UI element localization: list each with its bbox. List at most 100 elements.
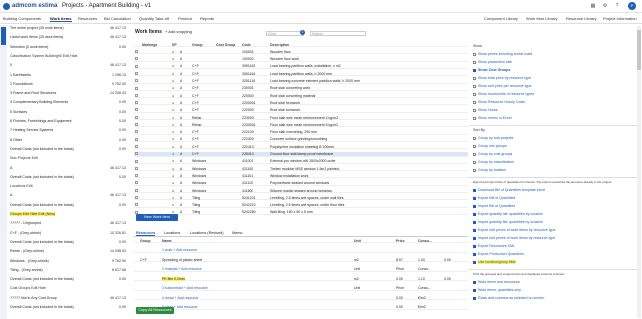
cell-name[interactable]: 2 material + Add resource (162, 267, 202, 271)
option-checkbox[interactable] (473, 160, 476, 164)
table-row[interactable]: ● A C+F 222400 Concrete surface grinding/smo… (134, 137, 468, 142)
export-option[interactable]: Import quantity list: quantities by loca… (473, 220, 543, 224)
resource-row[interactable]: C+F Spreading of plastic sheet m2 8.57 1.00 0… (134, 257, 468, 262)
table-row[interactable]: ● A Windows 411101 Window installation work (134, 173, 468, 179)
option-checkbox[interactable] (473, 52, 476, 56)
tab-reports[interactable]: Reports (200, 16, 214, 21)
filter-row[interactable]: 0 46 417.13 (10, 63, 130, 68)
sort-option[interactable]: Group by location (473, 168, 506, 172)
export-option[interactable]: Export Production Quantities (473, 252, 524, 256)
cell-name[interactable]: 1 work + Add resource (162, 248, 197, 252)
option-checkbox[interactable] (473, 68, 476, 72)
export-option[interactable]: Export Bill of Quantities (473, 196, 515, 200)
print-option[interactable]: Work items, quantities only (473, 288, 521, 292)
option-checkbox[interactable] (473, 108, 476, 112)
filter-row[interactable]: A 46 417.13 (10, 193, 130, 198)
column-header[interactable]: Description (270, 43, 289, 47)
row-checkbox[interactable] (135, 166, 138, 170)
show-option[interactable]: Show prices including social costs (473, 52, 532, 56)
row-checkbox[interactable] (135, 144, 138, 148)
export-option[interactable]: Export quantity list: quantities by loca… (473, 212, 543, 216)
filter-row[interactable]: C+F - (Grey-shrink) 10 326.81 (10, 231, 130, 236)
row-checkbox[interactable] (135, 152, 138, 156)
show-option[interactable]: Show unit price per resource type (473, 84, 532, 88)
filter-row[interactable]: Overall Costs (not included in the total… (10, 203, 130, 208)
table-row[interactable]: ● A C+F 230001 Roof slab concreting work (134, 86, 468, 91)
row-checkbox[interactable] (135, 71, 138, 75)
row-checkbox[interactable] (135, 79, 138, 83)
export-option[interactable]: Download Bill of Quantities template exc… (473, 188, 545, 192)
table-row[interactable]: ● A C+F 222410 Polystyrene insulation sheeti… (134, 144, 468, 150)
show-option[interactable]: Show Cost Groups (473, 68, 510, 72)
filter-row[interactable]: Overall Costs (not included in the total… (10, 305, 130, 310)
option-checkbox[interactable] (473, 76, 476, 80)
column-header[interactable]: Unit (354, 239, 361, 243)
export-option[interactable]: Import Bill of Quantities (473, 204, 515, 208)
filter-row[interactable]: 8 Other 0.00 (10, 138, 130, 143)
export-option[interactable]: Export Resources XML (473, 244, 515, 248)
show-option[interactable]: Show total price by resource type (473, 76, 531, 80)
filter-row[interactable]: 2 Foundations 9 762.50 (10, 82, 130, 87)
row-checkbox[interactable] (135, 57, 138, 61)
tab-work-item-library[interactable]: Work Item Library (526, 16, 558, 21)
row-checkbox[interactable] (135, 115, 138, 119)
column-header[interactable]: Name (162, 239, 172, 243)
row-checkbox[interactable] (135, 174, 138, 178)
tab-quantity-takeoff[interactable]: Quantity Take-off (139, 16, 169, 21)
new-work-item-button[interactable]: New Work Item (136, 214, 178, 221)
row-checkbox[interactable] (135, 93, 138, 97)
column-header[interactable]: Cost Group (216, 43, 235, 47)
cell-name[interactable]: 4 rental + Add resource (162, 296, 198, 300)
resource-row[interactable]: 1 work + Add resource (134, 248, 468, 253)
table-row[interactable]: ● A Tiling 5242210 Levelling, 2.5 times,wet … (134, 203, 468, 208)
export-option[interactable]: Export unit prices of work items by reso… (473, 228, 556, 232)
option-checkbox[interactable] (473, 144, 476, 148)
help-icon[interactable]: ? (614, 3, 620, 9)
filter-row[interactable]: The entire project (25 work items) 46 417… (10, 26, 130, 31)
filter-row[interactable]: ????? - Ungrouped 46 417.13 (10, 221, 130, 226)
table-row[interactable]: ● A C+F 3051164 Load bearing partition walls… (134, 71, 468, 77)
table-row[interactable]: ● A C+F 222100 Floor slab concreting, 250 mm (134, 130, 468, 135)
table-row[interactable]: ● A C+F 2200001 Roof slab formwork (134, 100, 468, 106)
filter-row[interactable]: Windows - (Grey-shrink) 9 762.50 (10, 259, 130, 264)
filter-row[interactable]: 6 Fixtures, Furnishings and Equipment 0.0… (10, 119, 130, 124)
resource-row[interactable]: 5 other + Add resource 0.00 €/m2 (134, 305, 468, 310)
filter-row[interactable]: Groups Edit Hide Edit (New) (10, 212, 130, 217)
row-checkbox[interactable] (135, 137, 138, 141)
filter-row[interactable]: 1 Earthworks 1 256.13 (10, 73, 130, 78)
sort-option[interactable]: Group by cost groups (473, 152, 512, 156)
resource-row[interactable]: 2 material + Add resource Unit Price Consu.… (134, 267, 468, 272)
show-option[interactable]: Show Resource Hourly Costs (473, 100, 525, 104)
clear-input[interactable]: Clear (266, 31, 304, 36)
row-checkbox[interactable] (135, 130, 138, 134)
filter-row[interactable]: Locations Edit (10, 184, 130, 189)
filter-row[interactable]: Selection (0 work items) 0.00 (10, 45, 130, 50)
print-option[interactable]: Work items and resources (473, 280, 520, 284)
resource-row[interactable]: PE film 0.2mm m2 0.00 1.10 0.00 (134, 276, 468, 281)
tab-printout[interactable]: Printout (178, 16, 192, 21)
column-header[interactable]: Consu... (418, 239, 432, 243)
search-input[interactable]: Search (310, 31, 366, 36)
filter-row[interactable]: Classification System Building90 Edit Hi… (10, 54, 130, 59)
tab-project-information[interactable]: Project Information (603, 16, 637, 21)
row-checkbox[interactable] (135, 159, 138, 163)
sort-option[interactable]: Group by sub-projects (473, 136, 513, 140)
filter-row[interactable]: Tiling - (Grey-shrink) 8 617.56 (10, 268, 130, 273)
column-header[interactable]: Group (192, 43, 203, 47)
show-option[interactable]: Show memo in Excel (473, 116, 512, 120)
option-checkbox[interactable] (473, 92, 476, 96)
tab-component-library[interactable]: Component Library (484, 16, 518, 21)
filter-row[interactable]: 3 Frame and Roof Structures 14 208.43 (10, 91, 130, 96)
filter-row[interactable]: Sub-Projects Edit (10, 156, 130, 161)
table-row[interactable]: ● A C+F 220000 Roof slab concreting material (134, 93, 468, 99)
option-checkbox[interactable] (473, 100, 476, 104)
table-row[interactable]: ● A Windows 411100 Timber modular MSE window… (134, 166, 468, 172)
cell-name[interactable]: Spreading of plastic sheet (162, 258, 202, 262)
show-option[interactable]: Show production rate (473, 60, 512, 64)
row-checkbox[interactable] (135, 188, 138, 192)
filter-row[interactable]: Overall Costs (not included in the total… (10, 240, 130, 245)
filter-row[interactable]: Overall Costs (not included in the total… (10, 277, 130, 282)
breadcrumb[interactable]: Projects - Apartment Building - v1 (62, 3, 151, 9)
row-checkbox[interactable] (135, 64, 138, 68)
sort-option[interactable]: Group into groups (473, 144, 507, 148)
